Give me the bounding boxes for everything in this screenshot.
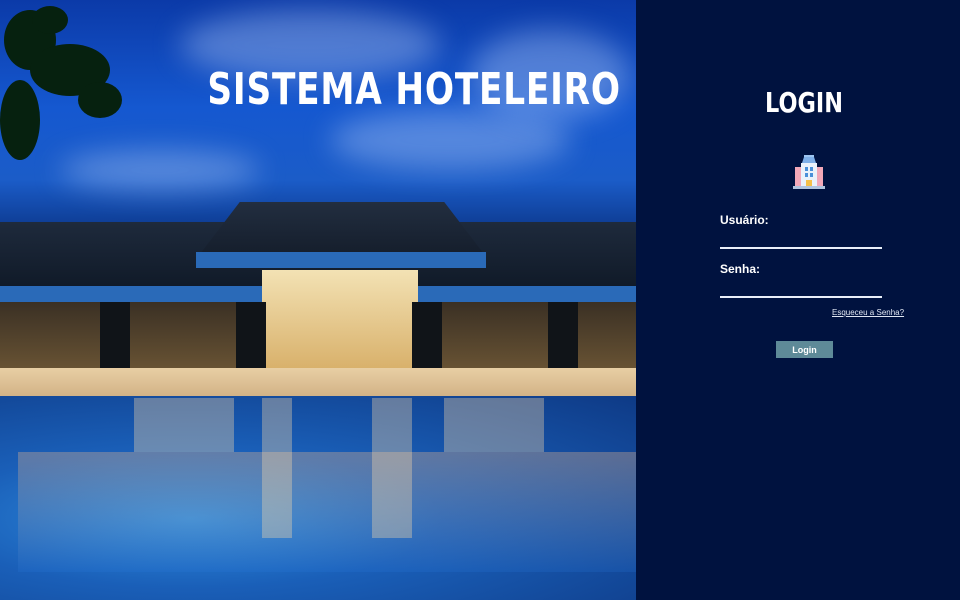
password-label: Senha: (720, 262, 761, 276)
login-title: LOGIN (765, 86, 843, 119)
hero-background-image: SISTEMA HOTELEIRO (0, 0, 636, 600)
password-input[interactable] (720, 276, 882, 298)
tree-silhouette (0, 6, 122, 160)
forgot-password-link[interactable]: Esqueceu a Senha? (832, 308, 904, 317)
hotel-building-icon (793, 155, 825, 189)
username-input[interactable] (720, 227, 882, 249)
login-button[interactable]: Login (776, 341, 833, 358)
login-panel: LOGIN Usuário: Senha: Esqueceu a Senha? … (636, 0, 960, 600)
hero-title: SISTEMA HOTELEIRO (207, 64, 621, 115)
username-label: Usuário: (720, 213, 769, 227)
